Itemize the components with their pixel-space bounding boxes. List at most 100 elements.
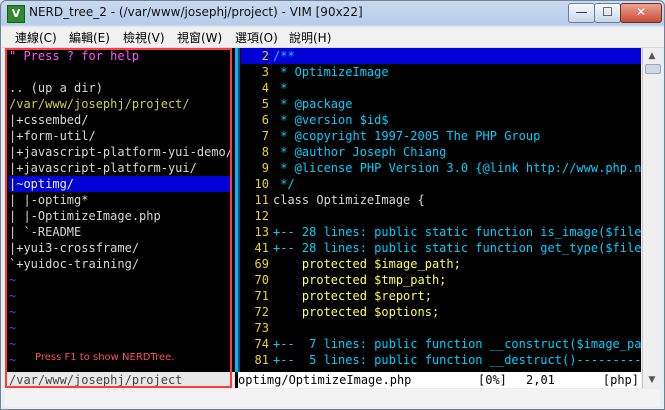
title-bar[interactable]: V NERD_tree_2 - (/var/www/josephj/projec… — [1, 1, 664, 25]
code-text: * OptimizeImage — [273, 65, 389, 79]
code-line[interactable]: 11 class OptimizeImage { — [241, 192, 641, 208]
code-line[interactable]: 9 * @license PHP Version 3.0 {@link http… — [241, 160, 641, 176]
window-title: NERD_tree_2 - (/var/www/josephj/project)… — [29, 5, 363, 19]
line-number: 69 — [254, 257, 269, 271]
tree-line — [9, 64, 231, 80]
vim-window: V NERD_tree_2 - (/var/www/josephj/projec… — [0, 0, 665, 410]
tree-item-readme[interactable]: | `-README — [9, 224, 231, 240]
tree-item-cssembed[interactable]: |+cssembed/ — [9, 112, 231, 128]
code-line[interactable]: 12 — [241, 208, 641, 224]
tree-status-path: /var/www/josephj/project — [9, 373, 183, 387]
status-filetype: [php] — [602, 373, 639, 387]
tree-root-dir[interactable]: /var/www/josephj/project/ — [9, 96, 231, 112]
code-fold-line[interactable]: 74 +-- 7 lines: public function __constru… — [241, 336, 641, 352]
code-fold-line[interactable]: 41 +-- 28 lines: public static function g… — [241, 240, 641, 256]
tree-item-optimizeimage[interactable]: | |-OptimizeImage.php — [9, 208, 231, 224]
line-number: 9 — [261, 161, 269, 175]
code-text: +-- 28 lines: public static function is_… — [273, 225, 641, 239]
menu-view[interactable]: 檢視(V) — [123, 29, 165, 46]
line-number: 41 — [254, 241, 269, 255]
code-line[interactable]: 73 — [241, 320, 641, 336]
scroll-up-arrow-icon[interactable]: ▲ — [645, 49, 659, 63]
tree-help-line: " Press ? for help — [9, 49, 140, 63]
line-number: 7 — [261, 129, 269, 143]
tree-status-line: /var/www/josephj/project — [5, 372, 235, 388]
code-line[interactable]: 5 * @package — [241, 96, 641, 112]
code-text: /** — [273, 49, 295, 63]
minimize-button[interactable]: — — [568, 3, 595, 23]
code-text: protected $options; — [273, 305, 440, 319]
vim-icon: V — [7, 5, 25, 23]
code-line[interactable]: 10 */ — [241, 176, 641, 192]
line-number: 12 — [254, 209, 269, 223]
line-number: 11 — [254, 193, 269, 207]
editor-status-line: optimg/OptimizeImage.php [0%] 2,01 [php] — [238, 372, 641, 388]
maximize-button[interactable]: ☐ — [594, 3, 621, 23]
tree-empty-line: ~ — [9, 289, 17, 303]
code-text: * — [273, 81, 288, 95]
line-number: 13 — [254, 225, 269, 239]
code-text: class OptimizeImage { — [273, 193, 425, 207]
vertical-scrollbar[interactable]: ▲ ▼ — [642, 48, 661, 388]
code-text: protected $report; — [273, 289, 432, 303]
menu-options[interactable]: 選項(O) — [235, 29, 278, 46]
code-line[interactable]: 70 protected $tmp_path; — [241, 272, 641, 288]
split-separator-shadow — [238, 48, 240, 372]
tree-empty-line: ~ — [9, 321, 17, 335]
code-line[interactable]: 6 * @version $id$ — [241, 112, 641, 128]
tree-up-dir[interactable]: .. (up a dir) — [9, 80, 231, 96]
code-text: +-- 28 lines: public static function get… — [273, 241, 641, 255]
status-percent: [0%] — [478, 373, 507, 387]
code-text: * @author Joseph Chiang — [273, 145, 447, 159]
code-line[interactable]: 69 protected $image_path; — [241, 256, 641, 272]
status-cursor-position: 2,01 — [526, 373, 555, 387]
code-text: */ — [273, 177, 295, 191]
menu-help[interactable]: 說明(H) — [289, 29, 331, 46]
code-line[interactable]: 72 protected $options; — [241, 304, 641, 320]
code-text: * @license PHP Version 3.0 {@link http:/… — [273, 161, 641, 175]
code-line[interactable]: 2 /** — [241, 48, 641, 64]
menu-bar: 連線(C) 編輯(E) 檢視(V) 視窗(W) 選項(O) 說明(H) — [1, 27, 664, 48]
scroll-down-arrow-icon[interactable]: ▼ — [645, 373, 659, 387]
code-line[interactable]: 3 * OptimizeImage — [241, 64, 641, 80]
line-number: 5 — [261, 97, 269, 111]
code-text: * @version $id$ — [273, 113, 389, 127]
vim-terminal[interactable]: " Press ? for help .. (up a dir) /var/ww… — [5, 48, 641, 388]
close-button[interactable]: ✕ — [620, 3, 662, 23]
tree-item-yuidoc-training[interactable]: `+yuidoc-training/ — [9, 256, 231, 272]
line-number: 10 — [254, 177, 269, 191]
line-number: 3 — [261, 65, 269, 79]
nerdtree-annotation: Press F1 to show NERDTree. — [35, 352, 175, 363]
code-line[interactable]: 71 protected $report; — [241, 288, 641, 304]
tree-item-yui3-crossframe[interactable]: |+yui3-crossframe/ — [9, 240, 231, 256]
line-number: 74 — [254, 337, 269, 351]
tree-item-yui[interactable]: |+javascript-platform-yui/ — [9, 160, 231, 176]
code-fold-line[interactable]: 13 +-- 28 lines: public static function i… — [241, 224, 641, 240]
line-number: 72 — [254, 305, 269, 319]
code-text: +-- 5 lines: public function __destruct(… — [273, 353, 641, 367]
line-number: 2 — [261, 49, 269, 63]
code-text: protected $tmp_path; — [273, 273, 447, 287]
tree-item-optimg[interactable]: |~optimg/ — [9, 176, 231, 192]
menu-connect[interactable]: 連線(C) — [15, 29, 57, 46]
tree-item-form-util[interactable]: |+form-util/ — [9, 128, 231, 144]
code-text: * @package — [273, 97, 353, 111]
code-text: +-- 7 lines: public function __construct… — [273, 337, 641, 351]
tree-item-yui-demo[interactable]: |+javascript-platform-yui-demo/ — [9, 144, 233, 160]
code-text: protected $image_path; — [273, 257, 461, 271]
tree-item-optimg-exec[interactable]: | |-optimg* — [9, 192, 231, 208]
tree-empty-line: ~ — [9, 305, 17, 319]
tree-empty-line: ~ — [9, 273, 17, 287]
line-number: 6 — [261, 113, 269, 127]
scrollbar-thumb[interactable] — [645, 64, 661, 74]
status-filename: optimg/OptimizeImage.php — [238, 373, 412, 387]
line-number: 71 — [254, 289, 269, 303]
menu-edit[interactable]: 編輯(E) — [69, 29, 110, 46]
code-fold-line[interactable]: 81 +-- 5 lines: public function __destruc… — [241, 352, 641, 368]
line-number: 81 — [254, 353, 269, 367]
code-line[interactable]: 8 * @author Joseph Chiang — [241, 144, 641, 160]
tree-empty-line: ~ — [9, 337, 17, 351]
menu-window[interactable]: 視窗(W) — [177, 29, 222, 46]
code-line[interactable]: 7 * @copyright 1997-2005 The PHP Group — [241, 128, 641, 144]
code-line[interactable]: 4 * — [241, 80, 641, 96]
